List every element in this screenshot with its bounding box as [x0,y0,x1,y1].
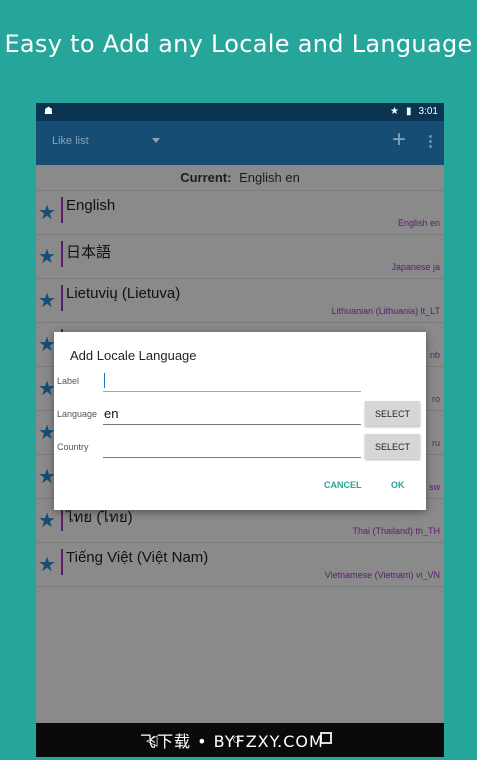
label-field-label: Label [57,376,80,386]
list-item[interactable]: ★ 日本語 Japanese ja [36,235,444,279]
locale-code: nb [429,350,440,360]
chevron-down-icon[interactable] [152,138,160,143]
more-vert-icon[interactable]: ⋮ [423,132,438,150]
list-spinner[interactable]: Like list [52,135,89,147]
add-locale-dialog: Add Locale Language Label Language SELEC… [54,332,426,510]
locale-code: Thai (Thailand) th_TH [352,526,440,536]
current-label: Current: [180,170,232,185]
app-bar: Like list + ⋮ [36,121,444,165]
country-field-label: Country [57,442,89,452]
watermark: 飞下载 • BYFZXY.COM [140,732,324,751]
locale-name: 日本語 [66,244,112,261]
locale-code: Lithuanian (Lithuania) lt_LT [331,306,440,316]
battery-icon: ▮ [406,106,412,117]
notification-icon: ☗ [44,106,53,117]
current-value: English en [239,170,300,185]
select-country-button[interactable]: SELECT [365,434,420,459]
locale-name: English [66,197,116,214]
list-item[interactable]: ★ Tiếng Việt (Việt Nam) Vietnamese (Viet… [36,543,444,587]
current-locale-row: Current: English en [36,165,444,191]
country-input[interactable] [103,436,361,458]
dialog-title: Add Locale Language [70,348,197,363]
list-item[interactable]: ★ Lietuvių (Lietuva) Lithuanian (Lithuan… [36,279,444,323]
label-field-row: Label [57,364,423,394]
language-field-row: Language SELECT [57,397,423,427]
star-icon: ★ [390,106,400,117]
label-input[interactable] [103,370,361,392]
plus-icon[interactable]: + [392,128,406,152]
ok-button[interactable]: OK [391,480,405,490]
headline: Easy to Add any Locale and Language [4,30,473,58]
locale-name: Lietuvių (Lietuva) [66,285,181,302]
favorite-star-icon[interactable]: ★ [38,511,56,531]
country-field-row: Country SELECT [57,430,423,460]
locale-code: sw [429,482,440,492]
status-time: 3:01 [418,106,438,117]
locale-code: English en [397,218,440,228]
list-item[interactable]: ★ English English en [36,191,444,235]
text-cursor [104,373,105,388]
favorite-star-icon[interactable]: ★ [38,555,56,575]
locale-name: Tiếng Việt (Việt Nam) [66,549,209,566]
locale-code: Vietnamese (Vietnam) vi_VN [324,570,440,580]
cancel-button[interactable]: CANCEL [324,480,362,490]
language-field-label: Language [57,409,98,419]
locale-code: ru [431,438,440,448]
locale-code: ro [431,394,440,404]
favorite-star-icon[interactable]: ★ [38,203,56,223]
favorite-star-icon[interactable]: ★ [38,291,56,311]
language-input[interactable] [103,403,361,425]
select-language-button[interactable]: SELECT [365,401,420,426]
locale-code: Japanese ja [391,262,440,272]
favorite-star-icon[interactable]: ★ [38,247,56,267]
status-bar: ☗ ★ ▮ 3:01 [36,103,444,121]
